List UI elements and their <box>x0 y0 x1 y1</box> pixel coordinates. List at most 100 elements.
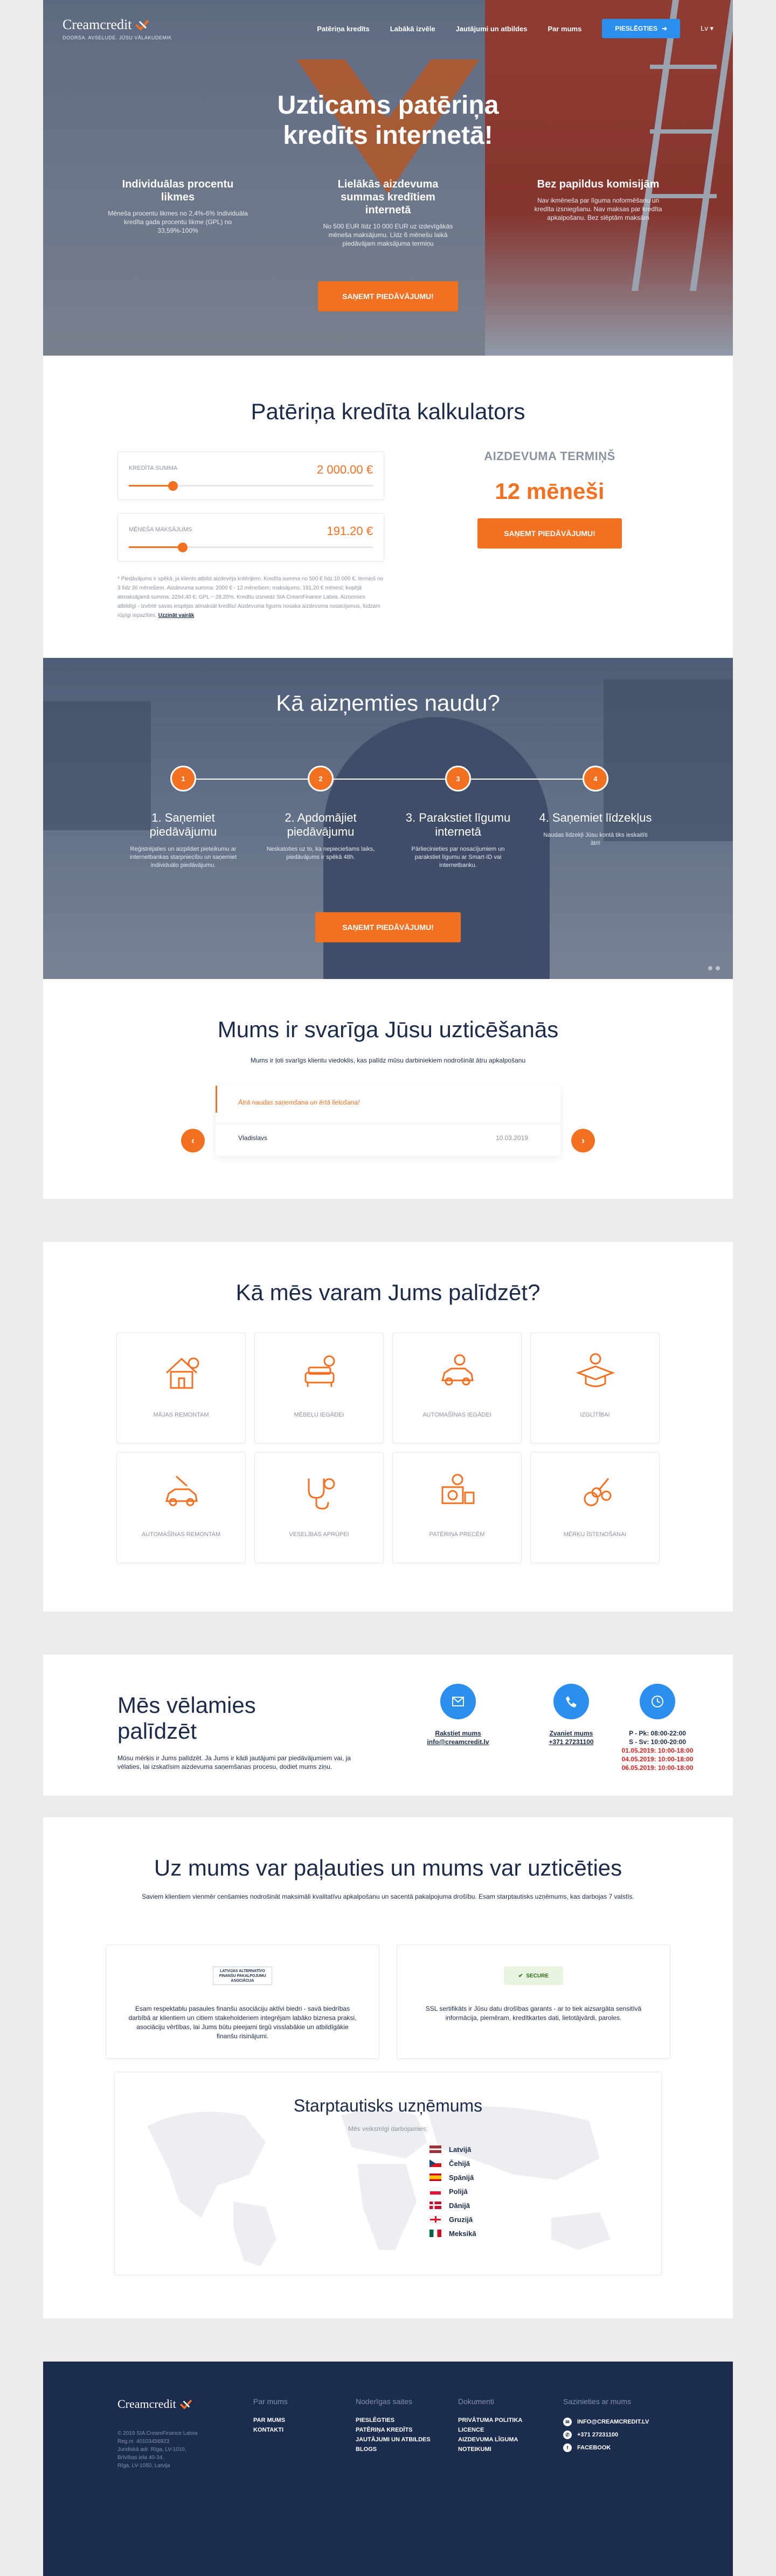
logo-mark-icon <box>135 19 149 30</box>
help-card-car-purchase[interactable]: AUTOMAŠĪNAS IEGĀDEI <box>392 1332 522 1443</box>
amount-slider-fill <box>129 485 173 487</box>
review-divider <box>216 1123 560 1124</box>
house-icon <box>165 1357 199 1389</box>
contact-text: Mūsu mērķis ir Jums palīdzēt. Ja Jums ir… <box>117 1754 351 1770</box>
help-card-furniture[interactable]: MĒBEĻU IEGĀDEI <box>254 1332 384 1443</box>
how-to-borrow-section: Kā aizņemties naudu? 1 1. Saņemiet piedāv… <box>43 658 733 979</box>
menu-item-best-choice[interactable]: Labākā izvēle <box>390 25 435 33</box>
term-value: 12 mēneši <box>495 478 605 504</box>
payment-slider-handle[interactable] <box>177 543 188 552</box>
review-prev-button[interactable]: ‹ <box>181 1129 205 1152</box>
review-author: Vladislavs <box>238 1134 268 1142</box>
address-line: © 2019 SIA CreamFinance Latvia <box>117 2431 198 2436</box>
footer-link[interactable]: AIZDEVUMA LĪGUMA NOTEIKUMI <box>458 2435 539 2454</box>
login-button[interactable]: PIESLĒGTIES ➜ <box>602 19 681 38</box>
trust-title: Uz mums var paļauties un mums var uzticē… <box>154 1855 622 1880</box>
disclaimer-link[interactable]: Uzzināt vairāk <box>158 613 195 619</box>
footer-link[interactable]: PRIVĀTUMA POLITIKA <box>458 2415 539 2425</box>
menu-item-about[interactable]: Par mums <box>548 25 581 33</box>
sofa-icon <box>304 1355 335 1387</box>
footer-contact-text: +371 27231100 <box>577 2432 619 2438</box>
shield-icon: ✔ <box>518 1973 523 1979</box>
footer-col-heading: Noderīgas saites <box>356 2397 413 2406</box>
step: 3 3. Parakstiet līgumu internetā Pārliecin… <box>401 766 515 870</box>
term-label: AIZDEVUMA TERMIŅŠ <box>484 449 615 463</box>
country-name: Polijā <box>449 2187 468 2196</box>
help-card-label: MĒRĶU ĪSTENOŠANAI <box>563 1531 627 1538</box>
footer-logo[interactable]: Creamcredit <box>117 2397 192 2411</box>
reviews-section: Mums ir svarīga Jūsu uzticēšanās Mums ir… <box>43 979 733 1199</box>
help-card-home-repair[interactable]: MĀJAS REMONTAM <box>116 1332 246 1443</box>
amount-slider-handle[interactable] <box>168 481 178 491</box>
step-title: 3. Parakstiet līgumu internetā <box>405 811 511 838</box>
email-icon: ✉ <box>563 2418 572 2426</box>
help-card-education[interactable]: IZGLĪTĪBAI <box>530 1332 660 1443</box>
help-card-consumer-goods[interactable]: PATĒRIŅA PRECĒM <box>392 1452 522 1563</box>
carousel-dot[interactable] <box>716 966 720 970</box>
association-logo: LATVIJAS ALTERNATĪVO FINANŠU PAKALPOJUMU… <box>213 1967 272 1985</box>
help-card-healthcare[interactable]: VESELĪBAS APRŪPEI <box>254 1452 384 1563</box>
car-repair-icon <box>165 1475 198 1506</box>
carousel-dots <box>708 966 720 970</box>
login-label: PIESLĒGTIES <box>615 25 658 32</box>
email-link[interactable]: info@creamcredit.lv <box>404 1738 512 1746</box>
login-arrow-icon: ➜ <box>662 25 668 32</box>
special-hours: 01.05.2019: 10:00-18:00 <box>621 1747 694 1754</box>
review-accent-bar <box>216 1086 217 1113</box>
chevron-left-icon: ‹ <box>191 1135 195 1146</box>
term-panel: AIZDEVUMA TERMIŅŠ 12 mēneši SAŅEMT PIEDĀ… <box>453 449 647 548</box>
international-title: Starptautisks uzņēmums <box>293 2096 483 2115</box>
menu-item-consumer-credit[interactable]: Patēriņa kredīts <box>317 25 370 33</box>
contact-section: Mēs vēlamies palīdzēt Mūsu mērķis ir Jum… <box>43 1655 733 1796</box>
payment-slider-track[interactable] <box>129 543 373 552</box>
reviews-title: Mums ir svarīga Jūsu uzticēšanās <box>217 1017 559 1042</box>
hero-feature-title: Bez papildus komisijām <box>537 178 660 190</box>
language-label: Lv <box>701 24 708 32</box>
footer-col-documents: Dokumenti PRIVĀTUMA POLITIKA LICENCE AIZ… <box>458 2397 539 2454</box>
country-name: Dānijā <box>449 2201 470 2210</box>
help-card-label: MĒBEĻU IEGĀDEI <box>294 1412 344 1418</box>
help-section: Kā mēs varam Jums palīdzēt? MĀJAS REMONT… <box>43 1242 733 1612</box>
footer-link[interactable]: JAUTĀJUMI UN ATBILDES <box>356 2435 431 2445</box>
review-text: Ātrā naudas saņemšana un ērtā lietošana! <box>238 1099 360 1106</box>
write-us-link[interactable]: Rakstiet mums <box>404 1729 512 1738</box>
footer-link[interactable]: BLOGS <box>356 2445 431 2454</box>
review-next-button[interactable]: › <box>571 1129 595 1152</box>
language-select[interactable]: Lv ▾ <box>701 24 713 33</box>
footer-link[interactable]: KONTAKTI <box>253 2425 288 2435</box>
step: 4 4. Saņemiet līdzekļus Naudas līdzekļi Jū… <box>539 766 652 848</box>
footer-link[interactable]: PAR MUMS <box>253 2415 288 2425</box>
amount-slider-track[interactable] <box>129 481 373 491</box>
help-card-label: IZGLĪTĪBAI <box>580 1412 610 1418</box>
help-card-label: AUTOMAŠĪNAS REMONTAM <box>141 1531 221 1538</box>
ssl-badge-label: SECURE <box>526 1973 549 1979</box>
amount-slider-box: KREDĪTA SUMMA 2 000.00 € <box>117 452 384 500</box>
calculator-get-offer-button[interactable]: SAŅEMT PIEDĀVĀJUMU! <box>477 518 622 548</box>
help-card-goals[interactable]: MĒRĶU ĪSTENOŠANAI <box>530 1452 660 1563</box>
email-icon <box>440 1684 476 1719</box>
hero-feature: Lielākās aizdevuma summas kredītiem inte… <box>318 178 458 248</box>
payment-slider-fill <box>129 546 183 548</box>
ssl-secure-badge: ✔ SECURE <box>504 1967 563 1985</box>
footer-phone-link[interactable]: ✆ +371 27231100 <box>563 2428 649 2441</box>
menu-item-faq[interactable]: Jautājumi un atbildes <box>456 25 528 33</box>
logo[interactable]: Creamcredit DOORSA. AVSELUDE. JŪSU VĀLAK… <box>63 17 172 40</box>
step-text: Naudas līdzekļi Jūsu kontā tiks ieskaitī… <box>543 832 648 846</box>
footer-col-heading: Dokumenti <box>458 2397 494 2406</box>
footer-email-link[interactable]: ✉ INFO@CREAMCREDIT.LV <box>563 2415 649 2428</box>
denmark-flag-icon <box>429 2202 441 2209</box>
help-card-car-repair[interactable]: AUTOMAŠĪNAS REMONTAM <box>116 1452 246 1563</box>
how-get-offer-button[interactable]: SAŅEMT PIEDĀVĀJUMU! <box>315 912 461 942</box>
facebook-icon: f <box>563 2443 572 2452</box>
world-map <box>147 2106 611 2266</box>
footer-link[interactable]: LICENCE <box>458 2425 539 2435</box>
country-item: Latvijā <box>429 2142 476 2156</box>
footer-link[interactable]: PATĒRIŅA KREDĪTS <box>356 2425 431 2435</box>
hero-get-offer-button[interactable]: SAŅEMT PIEDĀVĀJUMU! <box>318 281 458 311</box>
footer-address: © 2019 SIA CreamFinance Latvia Reg.nr. 4… <box>117 2429 198 2470</box>
stethoscope-icon <box>308 1478 335 1510</box>
carousel-dot[interactable] <box>708 966 712 970</box>
footer: Creamcredit © 2019 SIA CreamFinance Latv… <box>43 2362 733 2576</box>
footer-link[interactable]: PIESLĒGTIES <box>356 2415 431 2425</box>
footer-facebook-link[interactable]: f FACEBOOK <box>563 2441 649 2454</box>
